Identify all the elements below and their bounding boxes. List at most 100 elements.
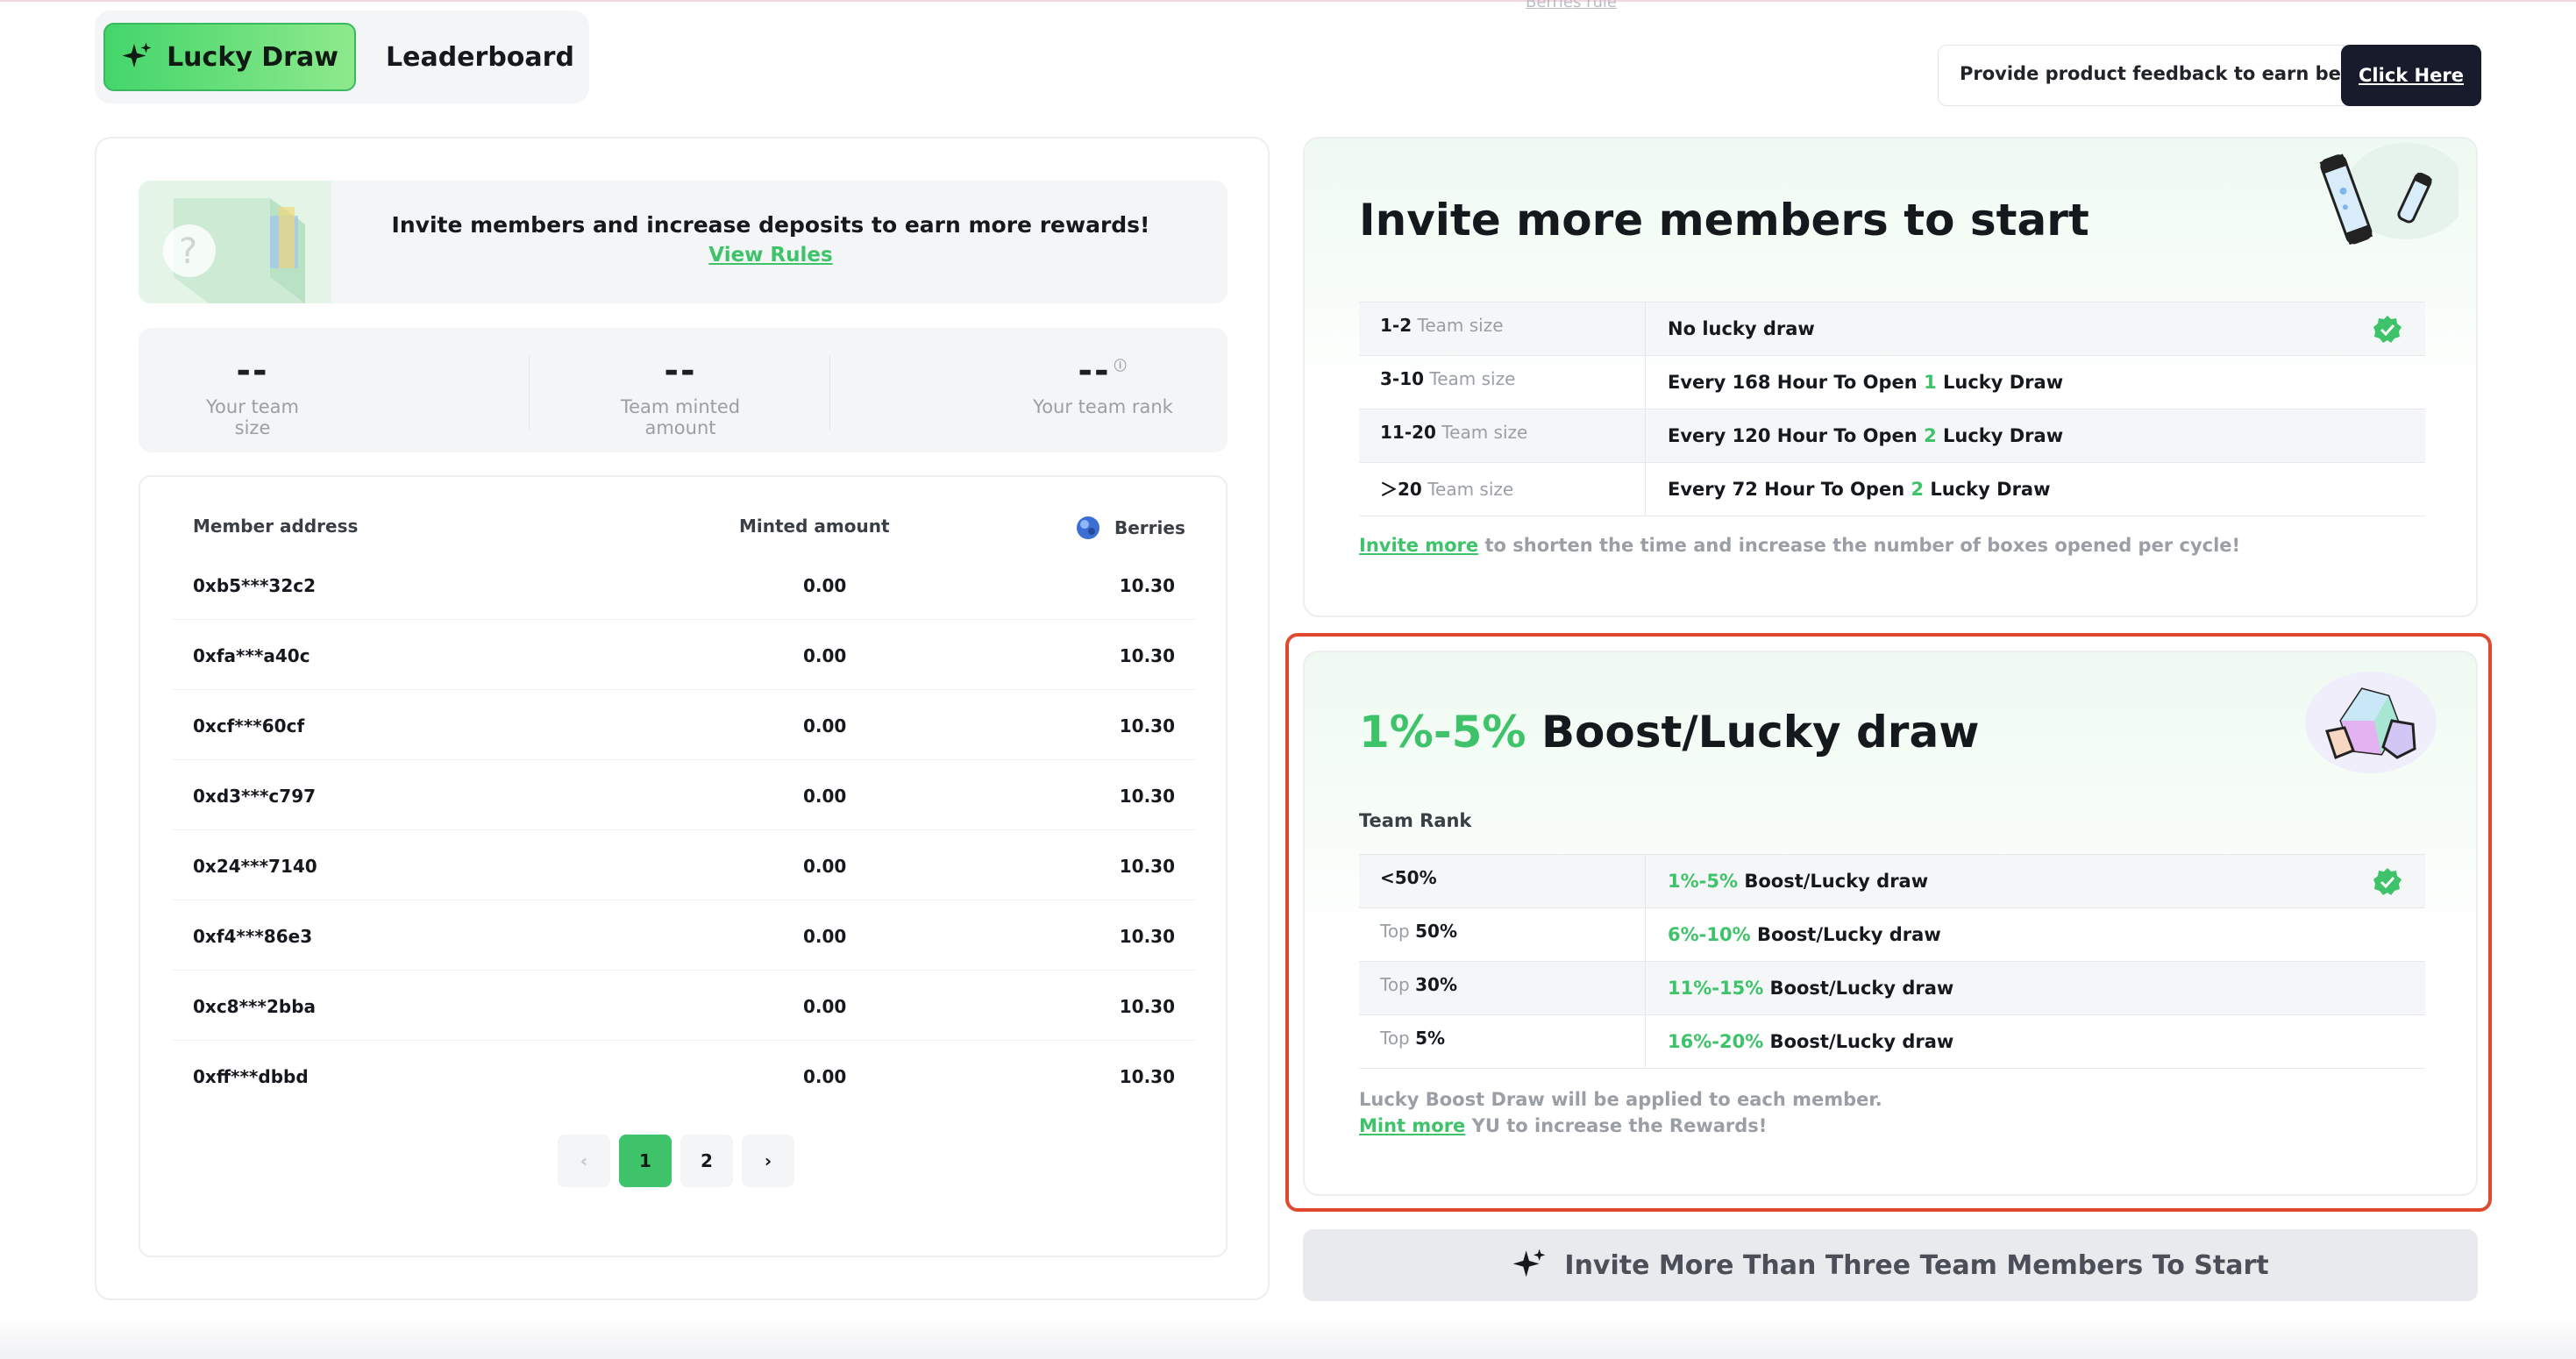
table-row: 0xfa***a40c 0.00 10.30 [172, 619, 1196, 690]
team-panel: ? Invite members and increase deposits t… [95, 137, 1270, 1300]
table-row: 1-2 Team size No lucky draw [1359, 302, 2425, 356]
mint-more-link[interactable]: Mint more [1359, 1115, 1465, 1136]
view-rules-link[interactable]: View Rules [314, 244, 1228, 267]
feedback-bar: Provide product feedback to earn berries… [1938, 45, 2481, 106]
stat-team-rank: -- ⓘ Your team rank [1024, 351, 1182, 417]
card-title: 1%-5% Boost/Lucky draw [1359, 707, 1980, 758]
invite-banner: ? Invite members and increase deposits t… [139, 181, 1228, 303]
berries-rule-link[interactable]: Berries rule [1526, 0, 1617, 11]
table-row: ＞20 Team size Every 72 Hour To Open 2 Lu… [1359, 463, 2425, 516]
table-row: Top 5% 16%-20% Boost/Lucky draw [1359, 1015, 2425, 1069]
boost-note: Lucky Boost Draw will be applied to each… [1359, 1089, 1882, 1110]
cell-address: 0xfa***a40c [193, 645, 310, 666]
table-row: 0xd3***c797 0.00 10.30 [172, 759, 1196, 830]
berry-icon [1077, 516, 1099, 539]
stat-divider [529, 356, 530, 430]
next-page-button[interactable]: › [742, 1135, 794, 1187]
sparkle-icon [122, 42, 152, 68]
table-row: 0xff***dbbd 0.00 10.30 [172, 1040, 1196, 1110]
draw-frequency: Every 168 Hour To Open 1 Lucky Draw [1668, 372, 2064, 393]
card-title: Invite more members to start [1359, 195, 2089, 245]
page-2-button[interactable]: 2 [680, 1135, 733, 1187]
tab-bar: Lucky Draw Leaderboard [95, 11, 589, 103]
cell-berries: 10.30 [1119, 715, 1175, 736]
table-row: 0xc8***2bba 0.00 10.30 [172, 970, 1196, 1041]
cell-minted: 0.00 [803, 926, 847, 947]
cell-minted: 0.00 [803, 996, 847, 1017]
table-row: Top 50% 6%-10% Boost/Lucky draw [1359, 908, 2425, 962]
svg-text:?: ? [179, 231, 197, 272]
cell-minted: 0.00 [803, 715, 847, 736]
cell-address: 0xb5***32c2 [193, 575, 317, 596]
team-rank-label: Team Rank [1359, 810, 1472, 831]
table-row: 0xf4***86e3 0.00 10.30 [172, 900, 1196, 971]
cell-minted: 0.00 [803, 856, 847, 877]
stat-value: -- [664, 351, 697, 391]
cell-address: 0xff***dbbd [193, 1066, 309, 1087]
draw-frequency: No lucky draw [1668, 318, 1815, 339]
capsule-icon [2319, 143, 2459, 245]
check-badge-icon [2373, 868, 2402, 895]
tab-leaderboard[interactable]: Leaderboard [386, 23, 579, 91]
table-row: 3-10 Team size Every 168 Hour To Open 1 … [1359, 356, 2425, 409]
rank-cell: Top 30% [1359, 962, 1646, 1014]
table-row: 11-20 Team size Every 120 Hour To Open 2… [1359, 409, 2425, 463]
cell-berries: 10.30 [1119, 645, 1175, 666]
stat-divider [829, 356, 830, 430]
cell-address: 0xf4***86e3 [193, 926, 313, 947]
cell-address: 0x24***7140 [193, 856, 317, 877]
crystal-icon [2305, 672, 2437, 773]
table-row: <50% 1%-5% Boost/Lucky draw [1359, 855, 2425, 908]
check-badge-icon [2373, 316, 2402, 343]
sparkle-icon [1513, 1249, 1546, 1277]
stat-value: -- [236, 351, 269, 391]
header-minted-amount: Minted amount [739, 516, 890, 537]
stat-team-size: -- Your team size [191, 351, 314, 438]
stat-value: -- ⓘ [1078, 351, 1128, 391]
banner-text: Invite members and increase deposits to … [391, 212, 1150, 238]
team-stats: -- Your team size -- Team minted amount … [139, 328, 1228, 452]
cell-minted: 0.00 [803, 575, 847, 596]
invite-more-link[interactable]: Invite more [1359, 535, 1478, 556]
rank-cell: Top 50% [1359, 908, 1646, 961]
tab-leaderboard-label: Leaderboard [386, 41, 574, 73]
cell-berries: 10.30 [1119, 1066, 1175, 1087]
cell-berries: 10.30 [1119, 926, 1175, 947]
card2-footer: Mint more YU to increase the Rewards! [1359, 1115, 1768, 1136]
header-berries: Berries [1076, 516, 1185, 540]
cell-address: 0xc8***2bba [193, 996, 317, 1017]
team-size-cell: 11-20 Team size [1359, 409, 1646, 462]
cell-minted: 0.00 [803, 1066, 847, 1087]
click-here-button[interactable]: Click Here [2341, 45, 2481, 106]
cell-berries: 10.30 [1119, 856, 1175, 877]
prev-page-button[interactable]: ‹ [558, 1135, 610, 1187]
cell-minted: 0.00 [803, 786, 847, 807]
table-row: 0xb5***32c2 0.00 10.30 [172, 549, 1196, 620]
cell-minted: 0.00 [803, 645, 847, 666]
cell-berries: 10.30 [1119, 786, 1175, 807]
boost-value: 1%-5% Boost/Lucky draw [1668, 871, 1929, 892]
pagination: ‹ 1 2 › [558, 1135, 794, 1189]
table-row: 0x24***7140 0.00 10.30 [172, 829, 1196, 900]
page-1-button[interactable]: 1 [619, 1135, 672, 1187]
info-icon[interactable]: ⓘ [1114, 359, 1128, 374]
boost-card: 1%-5% Boost/Lucky draw Team Rank <50% 1%… [1303, 651, 2478, 1196]
mystery-box-icon: ? [139, 181, 331, 303]
table-row: 0xcf***60cf 0.00 10.30 [172, 689, 1196, 760]
invite-members-button[interactable]: Invite More Than Three Team Members To S… [1303, 1229, 2478, 1301]
draw-frequency: Every 72 Hour To Open 2 Lucky Draw [1668, 479, 2051, 500]
cell-address: 0xcf***60cf [193, 715, 305, 736]
rank-cell: Top 5% [1359, 1015, 1646, 1068]
team-size-cell: 1-2 Team size [1359, 302, 1646, 355]
stat-label: Your team size [206, 396, 299, 438]
stat-team-minted: -- Team minted amount [584, 351, 777, 438]
stat-label: Your team rank [1033, 396, 1173, 417]
rank-cell: <50% [1359, 855, 1646, 907]
team-size-card: Invite more members to start 1-2 Team si… [1303, 137, 2478, 617]
team-rank-table: <50% 1%-5% Boost/Lucky draw Top 50% 6%-1… [1359, 854, 2425, 1069]
table-row: Top 30% 11%-15% Boost/Lucky draw [1359, 962, 2425, 1015]
boost-value: 16%-20% Boost/Lucky draw [1668, 1031, 1954, 1052]
tab-lucky-draw[interactable]: Lucky Draw [103, 23, 356, 91]
top-border [0, 0, 2576, 2]
tab-lucky-draw-label: Lucky Draw [167, 41, 338, 73]
